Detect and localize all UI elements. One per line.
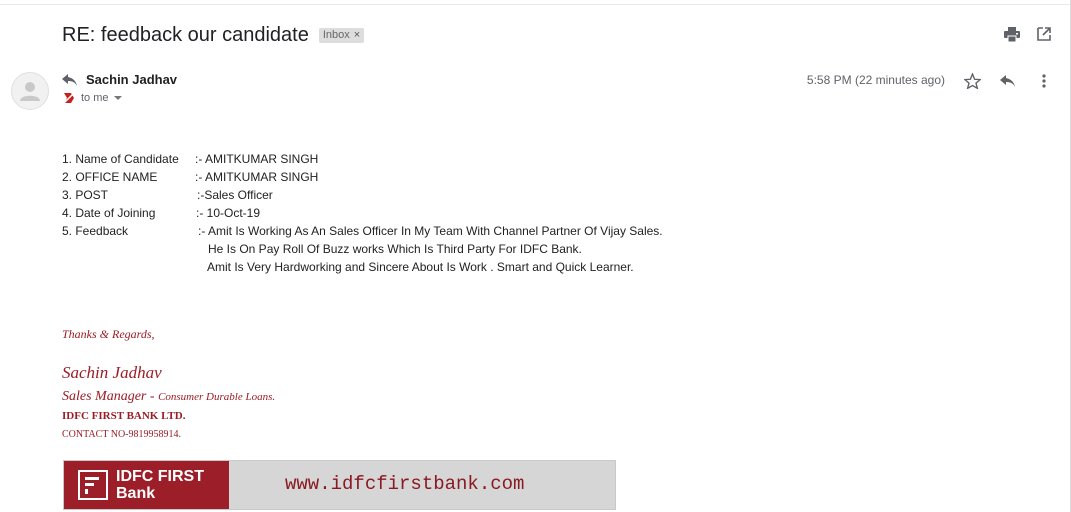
field-label: 2. OFFICE NAME xyxy=(62,170,158,184)
signature-name: Sachin Jadhav xyxy=(62,363,162,382)
bank-logo-line2: Bank xyxy=(116,485,156,502)
body-row: 1. Name of Candidate :- AMITKUMAR SINGH xyxy=(62,150,663,168)
importance-marker-icon[interactable] xyxy=(63,92,75,104)
sender-row: Sachin Jadhav xyxy=(62,72,177,87)
field-label: 3. POST xyxy=(62,188,109,202)
signature-company: IDFC FIRST BANK LTD. xyxy=(62,410,186,422)
star-icon[interactable] xyxy=(962,72,982,90)
body-row: 2. OFFICE NAME :- AMITKUMAR SINGH xyxy=(62,168,663,186)
reply-arrow-icon xyxy=(62,73,77,86)
remove-label-icon[interactable]: × xyxy=(354,29,360,41)
sender-avatar[interactable] xyxy=(11,72,49,110)
open-in-new-window-icon[interactable] xyxy=(1035,25,1053,43)
top-divider xyxy=(0,4,1071,5)
to-me-label: to me xyxy=(81,92,109,104)
bank-logo-line1: IDFC FIRST xyxy=(116,468,204,485)
print-icon[interactable] xyxy=(1002,25,1022,43)
bank-website-link[interactable]: www.idfcfirstbank.com xyxy=(285,473,524,509)
signature-dept: Consumer Durable Loans. xyxy=(158,391,276,403)
signature-title-row: Sales Manager - Consumer Durable Loans. xyxy=(62,389,275,405)
chevron-down-icon[interactable] xyxy=(113,96,122,100)
field-value: :- Amit Is Working As An Sales Officer I… xyxy=(198,224,663,238)
signature-title-separator: - xyxy=(146,389,159,404)
avatar-icon xyxy=(20,82,40,101)
signature-thanks: Thanks & Regards, xyxy=(62,327,155,341)
subject-row: RE: feedback our candidate Inbox × xyxy=(62,22,365,48)
field-value: :- 10-Oct-19 xyxy=(196,206,261,220)
field-label: 5. Feedback xyxy=(62,224,129,238)
bank-logo-mark-icon xyxy=(78,470,108,500)
bank-banner[interactable]: IDFC FIRST Bank www.idfcfirstbank.com xyxy=(63,460,616,510)
email-timestamp: 5:58 PM (22 minutes ago) xyxy=(806,73,945,87)
bank-logo-text: IDFC FIRST Bank xyxy=(116,468,204,502)
inbox-label-text: Inbox xyxy=(322,28,350,41)
feedback-continuation: Amit Is Very Hardworking and Sincere Abo… xyxy=(207,260,634,274)
body-row: 3. POST :-Sales Officer xyxy=(62,186,663,204)
field-label: 4. Date of Joining xyxy=(62,206,156,220)
body-row: 5. Feedback :- Amit Is Working As An Sal… xyxy=(62,222,663,240)
inbox-label-chip[interactable]: Inbox × xyxy=(318,27,365,43)
signature-title: Sales Manager xyxy=(62,389,147,404)
field-value: :-Sales Officer xyxy=(197,188,273,202)
email-body: 1. Name of Candidate :- AMITKUMAR SINGH … xyxy=(62,150,663,276)
body-row: 4. Date of Joining :- 10-Oct-19 xyxy=(62,204,663,222)
recipient-row: to me xyxy=(63,92,122,104)
field-value: :- AMITKUMAR SINGH xyxy=(195,152,319,166)
email-subject: RE: feedback our candidate xyxy=(62,23,309,46)
field-value: :- AMITKUMAR SINGH xyxy=(195,170,319,184)
more-vert-icon[interactable] xyxy=(1036,72,1052,90)
bank-logo: IDFC FIRST Bank xyxy=(64,461,229,509)
feedback-continuation: He Is On Pay Roll Of Buzz works Which Is… xyxy=(208,242,582,256)
signature-contact: CONTACT NO-9819958914. xyxy=(62,429,182,440)
reply-icon[interactable] xyxy=(998,72,1018,90)
field-label: 1. Name of Candidate xyxy=(62,152,179,166)
sender-name[interactable]: Sachin Jadhav xyxy=(86,72,177,87)
